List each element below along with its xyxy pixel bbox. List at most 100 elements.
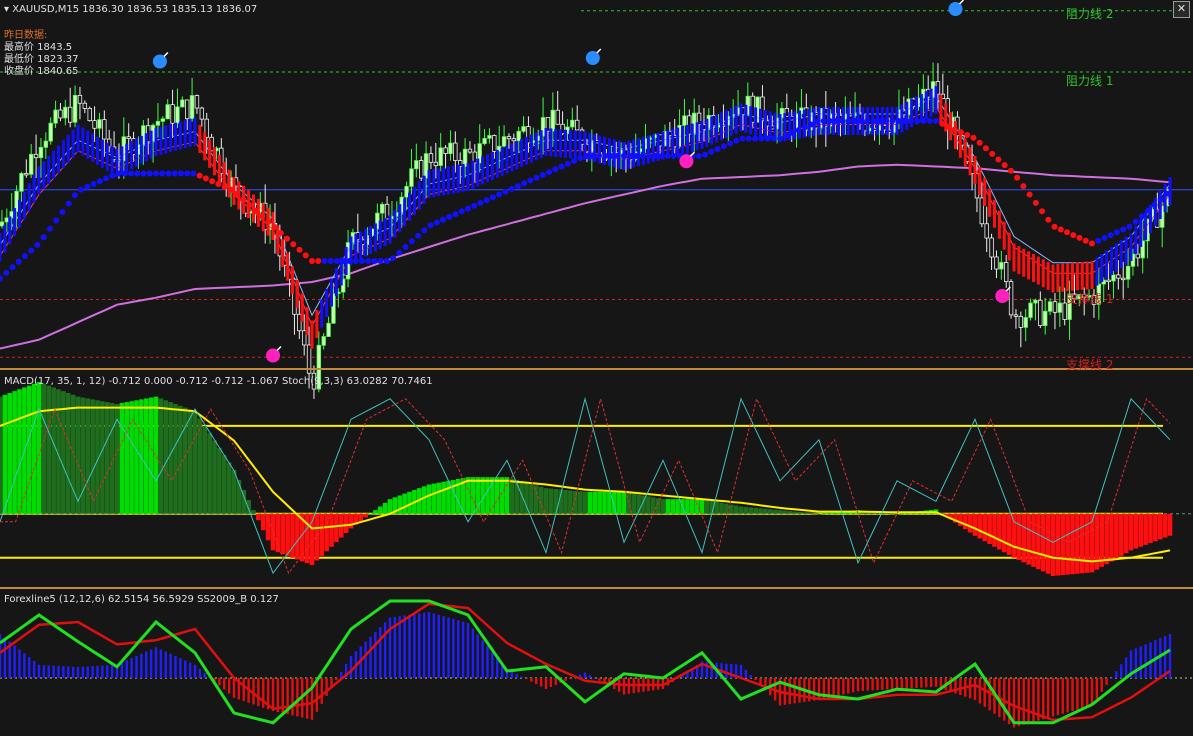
macd-histogram-bar[interactable] (1065, 513, 1070, 575)
trend-bar[interactable] (759, 108, 762, 137)
candle-body[interactable] (1038, 299, 1043, 326)
macd-histogram-bar[interactable] (650, 497, 656, 514)
trend-bar[interactable] (198, 124, 202, 153)
forex-histogram-bar[interactable] (403, 615, 406, 678)
forex-histogram-bar[interactable] (130, 658, 133, 678)
trend-bar[interactable] (695, 122, 699, 151)
trend-bar[interactable] (276, 225, 280, 254)
candle-body[interactable] (487, 135, 492, 139)
forex-histogram-bar[interactable] (76, 667, 80, 678)
trend-bar[interactable] (1158, 191, 1162, 219)
trend-dot[interactable] (427, 222, 434, 229)
forex-histogram-bar[interactable] (856, 678, 860, 692)
trend-dot[interactable] (421, 227, 428, 234)
macd-histogram-bar[interactable] (251, 510, 256, 514)
macd-histogram-bar[interactable] (1045, 513, 1051, 574)
forex-histogram-bar[interactable] (1134, 648, 1138, 678)
macd-histogram-bar[interactable] (997, 513, 1002, 550)
macd-histogram-bar[interactable] (646, 496, 651, 514)
candle-body[interactable] (555, 109, 560, 125)
macd-histogram-bar[interactable] (568, 490, 573, 514)
forex-histogram-bar[interactable] (422, 612, 426, 678)
forex-histogram-bar[interactable] (3, 637, 7, 678)
macd-histogram-bar[interactable] (1162, 513, 1168, 538)
forex-histogram-bar[interactable] (744, 669, 748, 678)
forex-histogram-bar[interactable] (842, 678, 845, 695)
forex-histogram-bar[interactable] (447, 617, 450, 679)
forex-histogram-bar[interactable] (1110, 678, 1113, 679)
trend-dot[interactable] (714, 146, 721, 152)
trend-bar[interactable] (1153, 198, 1157, 226)
trend-dot[interactable] (508, 185, 515, 192)
trend-bar[interactable] (1056, 264, 1060, 293)
candle-body[interactable] (24, 173, 29, 176)
macd-histogram-bar[interactable] (889, 513, 895, 515)
macd-histogram-bar[interactable] (260, 513, 266, 531)
forex-histogram-bar[interactable] (71, 666, 75, 678)
trend-bar[interactable] (66, 135, 70, 163)
macd-histogram-bar[interactable] (962, 513, 968, 530)
trend-bar[interactable] (481, 156, 485, 185)
forex-histogram-bar[interactable] (383, 622, 387, 678)
candle-body[interactable] (1121, 277, 1126, 281)
trend-bar[interactable] (1066, 263, 1070, 292)
macd-histogram-bar[interactable] (1109, 513, 1114, 562)
trend-bar[interactable] (651, 134, 655, 163)
forex-histogram-bar[interactable] (1042, 678, 1045, 720)
trend-dot[interactable] (708, 148, 715, 155)
trend-bar[interactable] (939, 94, 943, 123)
forex-histogram-bar[interactable] (242, 678, 245, 702)
trend-dot[interactable] (190, 170, 197, 177)
macd-histogram-bar[interactable] (592, 491, 598, 514)
candle-body[interactable] (379, 203, 385, 214)
forex-histogram-bar[interactable] (486, 646, 489, 678)
trend-bar[interactable] (1046, 261, 1050, 290)
trend-bar[interactable] (720, 112, 723, 141)
forex-histogram-bar[interactable] (1100, 678, 1103, 692)
trend-dot[interactable] (128, 170, 135, 177)
trend-dot[interactable] (533, 174, 540, 181)
macd-histogram-bar[interactable] (1011, 513, 1017, 558)
trend-bar[interactable] (1163, 184, 1167, 212)
macd-histogram-bar[interactable] (553, 489, 559, 514)
macd-histogram-bar[interactable] (12, 391, 17, 514)
trend-bar[interactable] (295, 279, 299, 308)
candle-body[interactable] (1033, 299, 1038, 304)
forex-histogram-bar[interactable] (369, 636, 372, 678)
forex-histogram-bar[interactable] (461, 621, 465, 678)
macd-histogram-bar[interactable] (90, 399, 95, 514)
trend-dot[interactable] (1107, 232, 1114, 239)
macd-histogram-bar[interactable] (431, 483, 437, 514)
macd-histogram-bar[interactable] (1104, 513, 1109, 565)
trend-bar[interactable] (885, 107, 889, 135)
candle-body[interactable] (33, 153, 39, 159)
candle-body[interactable] (4, 217, 10, 223)
macd-histogram-bar[interactable] (41, 383, 47, 514)
macd-histogram-bar[interactable] (26, 385, 32, 514)
trend-bar[interactable] (1149, 205, 1152, 233)
forex-histogram-bar[interactable] (1046, 678, 1050, 718)
macd-histogram-bar[interactable] (148, 397, 154, 514)
macd-histogram-bar[interactable] (1143, 513, 1148, 545)
candle-body[interactable] (297, 313, 302, 332)
trend-dot[interactable] (1001, 162, 1008, 169)
trend-bar[interactable] (71, 129, 75, 158)
trend-dot[interactable] (502, 188, 509, 195)
trend-bar[interactable] (802, 109, 806, 138)
macd-histogram-bar[interactable] (382, 502, 388, 514)
candle-body[interactable] (82, 102, 88, 109)
macd-histogram-bar[interactable] (777, 510, 783, 514)
forex-histogram-bar[interactable] (62, 666, 65, 678)
forex-histogram-bar[interactable] (28, 657, 31, 678)
forex-histogram-bar[interactable] (145, 651, 148, 678)
macd-histogram-bar[interactable] (358, 513, 364, 522)
trend-dot[interactable] (371, 258, 378, 264)
forex-histogram-bar[interactable] (413, 614, 416, 678)
macd-histogram-bar[interactable] (529, 484, 534, 514)
trend-dot[interactable] (458, 208, 465, 215)
trend-bar[interactable] (369, 226, 372, 254)
forex-histogram-bar[interactable] (1124, 657, 1128, 678)
macd-histogram-bar[interactable] (373, 510, 378, 514)
trend-bar[interactable] (61, 140, 65, 169)
forex-histogram-bar[interactable] (305, 678, 309, 719)
